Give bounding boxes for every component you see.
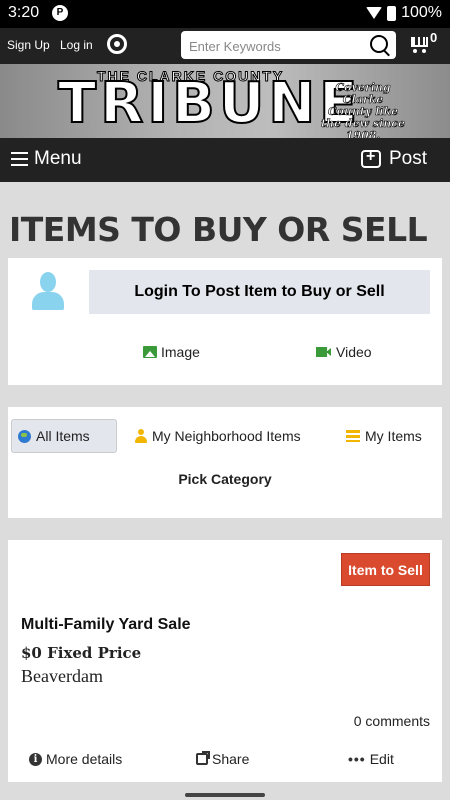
- login-card: Login To Post Item to Buy or Sell Image …: [8, 258, 442, 385]
- image-icon: [143, 346, 157, 358]
- menu-button[interactable]: Menu: [11, 148, 82, 170]
- person-icon: [134, 429, 147, 443]
- tab-my-items[interactable]: My Items: [340, 419, 428, 453]
- share-button[interactable]: Share: [196, 751, 249, 767]
- tab-my-neighborhood-items[interactable]: My Neighborhood Items: [128, 419, 307, 453]
- menu-label: Menu: [34, 148, 82, 169]
- wifi-icon: [366, 7, 383, 19]
- tab-label: My Neighborhood Items: [152, 428, 301, 444]
- login-to-post-button[interactable]: Login To Post Item to Buy or Sell: [89, 270, 430, 314]
- masthead-title: TRIBUNE: [57, 71, 362, 136]
- item-to-sell-badge[interactable]: Item to Sell: [341, 553, 430, 586]
- share-label: Share: [212, 751, 250, 767]
- more-details-button[interactable]: i More details: [29, 751, 122, 767]
- item-card: Item to Sell Multi-Family Yard Sale $0 F…: [8, 540, 442, 782]
- search-input[interactable]: [187, 35, 366, 57]
- search-box: [181, 31, 396, 59]
- masthead-tagline: Covering Clarke County like the dew sinc…: [321, 81, 406, 142]
- video-label: Video: [336, 344, 372, 360]
- add-post-icon: [360, 148, 381, 168]
- signup-link[interactable]: Sign Up: [7, 38, 50, 52]
- gear-icon[interactable]: [107, 34, 127, 54]
- avatar-icon: [28, 272, 68, 312]
- cart-icon[interactable]: [408, 34, 432, 54]
- item-location: Beaverdam: [21, 666, 103, 686]
- search-icon[interactable]: [370, 35, 388, 53]
- list-icon: [346, 430, 360, 442]
- status-icons: 100%: [366, 4, 442, 22]
- top-nav: Sign Up Log in 0: [0, 28, 450, 64]
- item-title[interactable]: Multi-Family Yard Sale: [21, 616, 191, 634]
- home-indicator[interactable]: [185, 793, 265, 797]
- login-link[interactable]: Log in: [60, 38, 93, 52]
- masthead-logo[interactable]: THE CLARKE COUNTY TRIBUNE Covering Clark…: [0, 64, 450, 142]
- cart-count: 0: [430, 30, 438, 45]
- tab-label: My Items: [365, 428, 422, 444]
- comments-link[interactable]: 0 comments: [354, 713, 430, 729]
- page-title: ITEMS TO BUY OR SELL: [9, 210, 428, 249]
- tab-all-items[interactable]: All Items: [11, 419, 117, 453]
- video-icon: [316, 347, 331, 357]
- battery-icon: [387, 5, 397, 21]
- tab-label: All Items: [36, 428, 90, 444]
- image-button[interactable]: Image: [143, 344, 200, 360]
- status-time: 3:20: [8, 4, 40, 21]
- video-button[interactable]: Video: [316, 344, 372, 360]
- share-icon: [196, 751, 210, 765]
- battery-level: 100%: [401, 4, 442, 21]
- filter-card: All Items My Neighborhood Items My Items…: [8, 407, 442, 518]
- item-price: $0 Fixed Price: [21, 644, 142, 662]
- post-button[interactable]: Post: [360, 148, 427, 170]
- status-bar: 3:20 P 100%: [0, 0, 450, 28]
- info-icon: i: [29, 752, 42, 766]
- edit-button[interactable]: ••• Edit: [348, 751, 394, 767]
- pick-category-button[interactable]: Pick Category: [8, 471, 442, 487]
- menu-bar: Menu Post: [0, 138, 450, 182]
- image-label: Image: [161, 344, 200, 360]
- globe-icon: [18, 429, 31, 443]
- notification-icon: P: [52, 5, 68, 21]
- more-dots-icon: •••: [348, 751, 366, 767]
- hamburger-icon: [11, 152, 28, 166]
- post-label: Post: [388, 148, 427, 169]
- edit-label: Edit: [369, 751, 394, 767]
- more-details-label: More details: [46, 751, 123, 767]
